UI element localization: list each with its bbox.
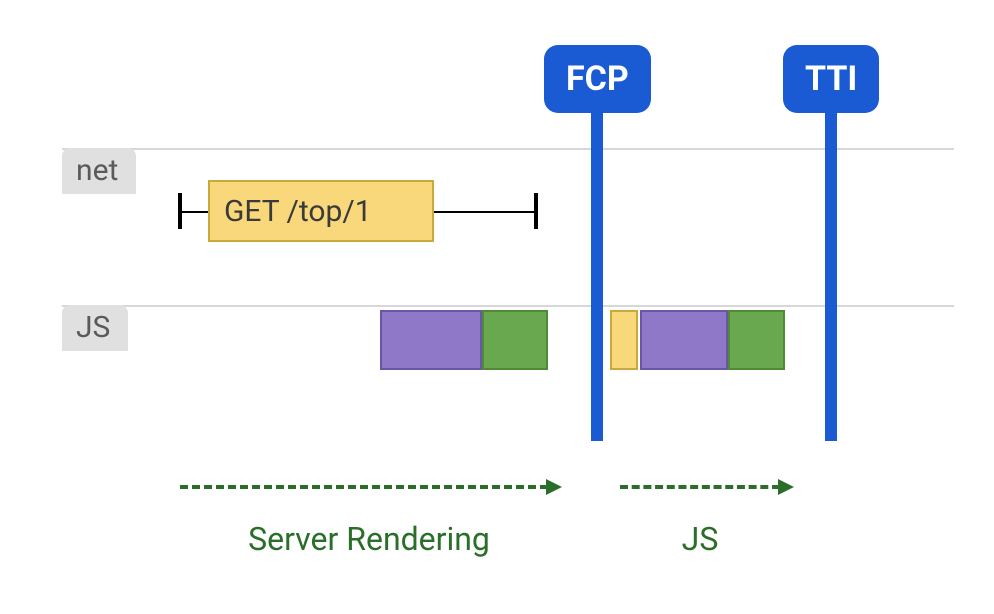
js-track-line [62,305,954,307]
phase-js-arrow [620,485,780,489]
fcp-label: FCP [544,45,651,113]
phase-js-label: JS [660,520,740,558]
net-request-label: GET /top/1 [224,194,372,229]
net-end-tick [534,193,538,229]
js-block-purple-1 [380,310,482,370]
js-block-yellow [610,310,638,370]
phase-js-arrowhead [778,479,794,495]
js-block-green-2 [728,310,785,370]
phase-server-label: Server Rendering [204,520,534,558]
phase-server-arrow [180,485,548,489]
phase-server-arrowhead [546,479,562,495]
net-start-tick [178,193,182,229]
tti-flag: TTI [783,45,879,113]
tti-pole [825,109,837,441]
fcp-pole [591,109,603,441]
lane-label-js: JS [62,305,128,351]
lane-label-net: net [62,148,136,194]
tti-label: TTI [783,45,879,113]
net-request-box: GET /top/1 [208,180,434,242]
diagram-canvas: net JS FCP TTI GET /top/1 Server Renderi… [0,0,994,614]
js-block-green-1 [482,310,548,370]
js-block-purple-2 [640,310,728,370]
fcp-flag: FCP [544,45,651,113]
net-request: GET /top/1 [178,180,538,242]
net-track-line [62,148,954,150]
